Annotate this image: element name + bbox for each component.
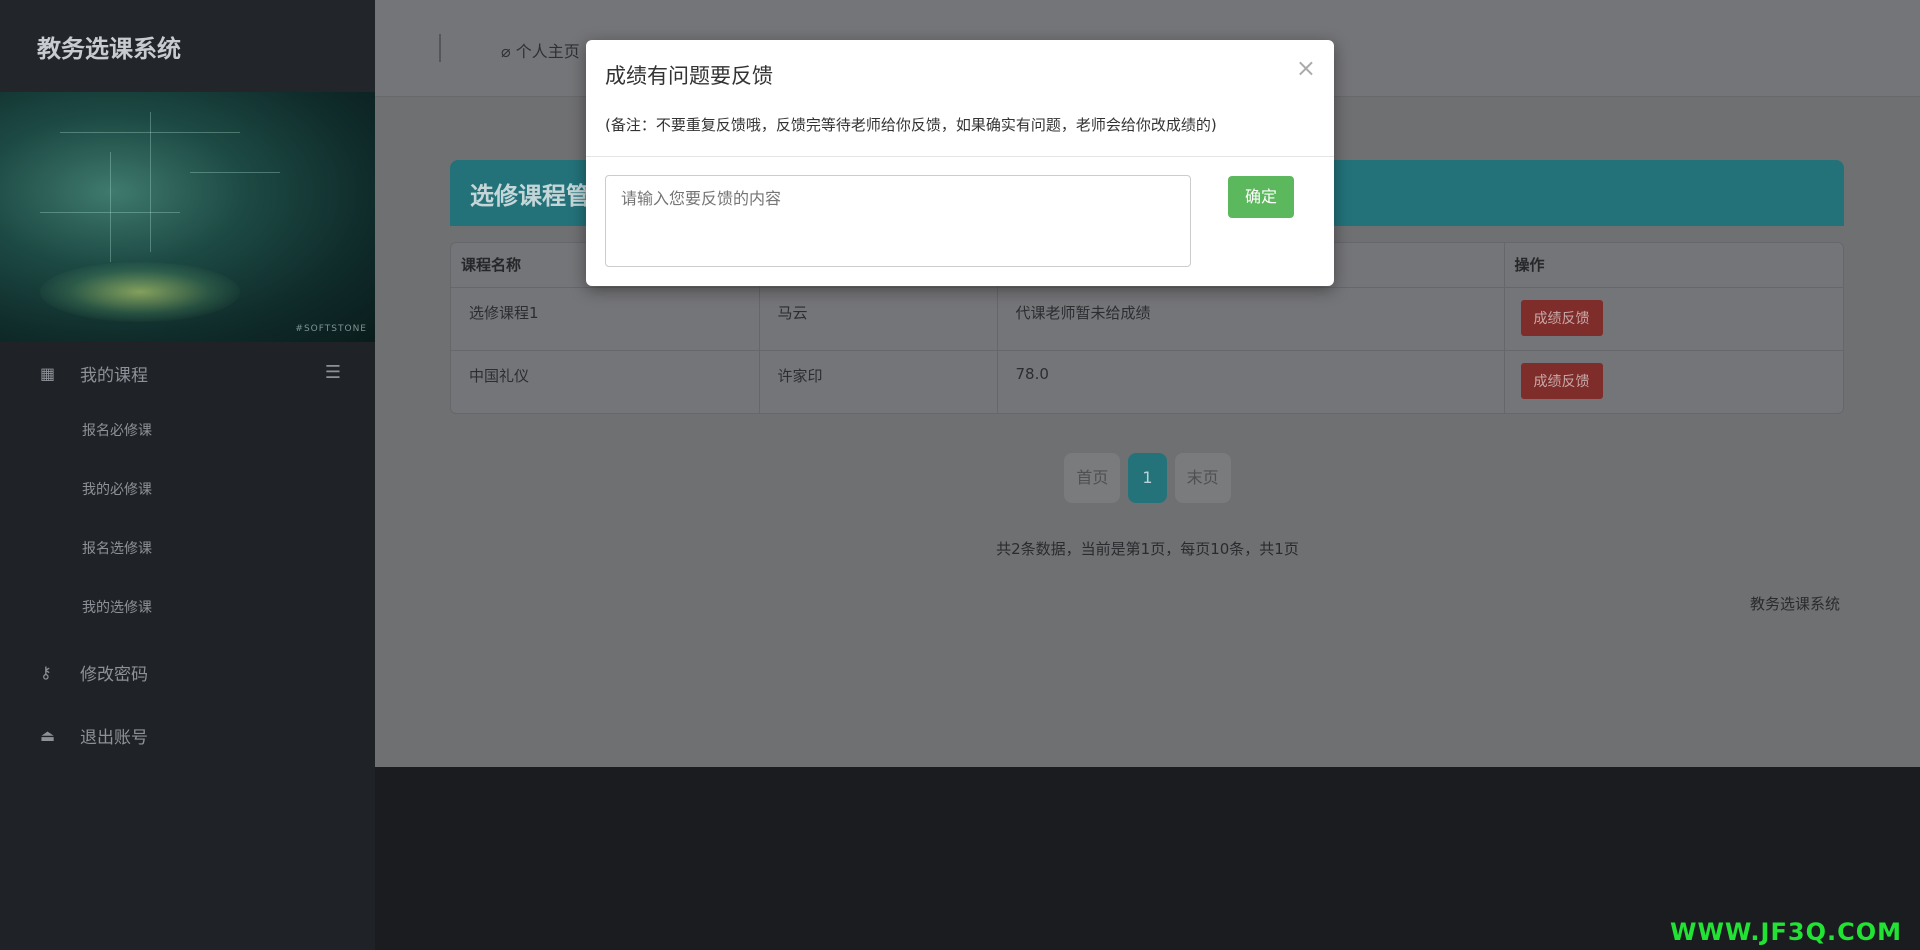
col-actions: 操作 [1503, 243, 1843, 288]
menu-my-courses-label: 我的课程 [80, 365, 148, 386]
pagination: 首页 1 末页 [375, 453, 1920, 503]
home-link[interactable]: ⌀ 个人主页 [501, 38, 580, 62]
cell-teacher: 许家印 [758, 349, 997, 413]
menu-logout-label: 退出账号 [80, 727, 148, 748]
modal-note: (备注：不要重复反馈哦，反馈完等待老师给你反馈，如果确实有问题，老师会给你改成绩… [605, 116, 1217, 134]
sidebar: 教务选课系统 #SOFTSTONE ▦ 我的课程 ☰ 报名必修课 我的必修课 报… [0, 0, 375, 950]
menu-change-password-label: 修改密码 [80, 664, 148, 685]
page-1-button[interactable]: 1 [1128, 453, 1167, 503]
table-row: 选修课程1 马云 代课老师暂未给成绩 成绩反馈 [451, 286, 1843, 350]
cell-score: 78.0 [996, 349, 1504, 413]
last-page-button[interactable]: 末页 [1174, 453, 1231, 503]
modal-title: 成绩有问题要反馈 [605, 64, 773, 88]
paperclip-icon: ⌀ [501, 42, 511, 61]
menu-my-elective[interactable]: 我的选修课 [0, 577, 375, 636]
modal-divider [586, 156, 1334, 157]
feedback-textarea[interactable] [605, 175, 1191, 267]
score-feedback-button[interactable]: 成绩反馈 [1520, 299, 1603, 336]
footer-text: 教务选课系统 [1749, 595, 1840, 613]
sidebar-banner-image: #SOFTSTONE [0, 92, 375, 342]
menu-enroll-elective[interactable]: 报名选修课 [0, 518, 375, 577]
cell-action: 成绩反馈 [1503, 286, 1843, 350]
cell-teacher: 马云 [758, 286, 997, 350]
cell-course: 选修课程1 [451, 286, 759, 350]
site-watermark: WWW.JF3Q.COM [1669, 918, 1902, 946]
menu-my-required[interactable]: 我的必修课 [0, 459, 375, 518]
home-link-label: 个人主页 [515, 42, 580, 61]
menu-group-my-courses: ▦ 我的课程 ☰ 报名必修课 我的必修课 报名选修课 我的选修课 [0, 346, 375, 636]
eject-icon: ⏏ [40, 725, 56, 745]
app-brand: 教务选课系统 [0, 0, 375, 92]
cell-score: 代课老师暂未给成绩 [996, 286, 1504, 350]
table-row: 中国礼仪 许家印 78.0 成绩反馈 [451, 349, 1843, 413]
pagination-info: 共2条数据，当前是第1页，每页10条，共1页 [996, 540, 1299, 558]
banner-tag: #SOFTSTONE [295, 324, 367, 334]
cell-course: 中国礼仪 [451, 349, 759, 413]
grid-icon: ▦ [40, 363, 56, 383]
first-page-button[interactable]: 首页 [1064, 453, 1121, 503]
menu-change-password[interactable]: ⚷ 修改密码 [0, 647, 375, 697]
confirm-button[interactable]: 确定 [1228, 176, 1294, 218]
cell-action: 成绩反馈 [1503, 349, 1843, 413]
key-icon: ⚷ [40, 662, 52, 682]
menu-logout[interactable]: ⏏ 退出账号 [0, 710, 375, 760]
score-feedback-button[interactable]: 成绩反馈 [1520, 362, 1603, 399]
menu-my-courses[interactable]: ▦ 我的课程 ☰ [0, 346, 375, 400]
feedback-modal: 成绩有问题要反馈 × (备注：不要重复反馈哦，反馈完等待老师给你反馈，如果确实有… [586, 40, 1334, 286]
topbar-divider [439, 34, 441, 62]
close-icon[interactable]: × [1296, 54, 1316, 82]
menu-enroll-required[interactable]: 报名必修课 [0, 400, 375, 459]
collapse-sidebar-icon[interactable]: ☰ [325, 362, 341, 383]
